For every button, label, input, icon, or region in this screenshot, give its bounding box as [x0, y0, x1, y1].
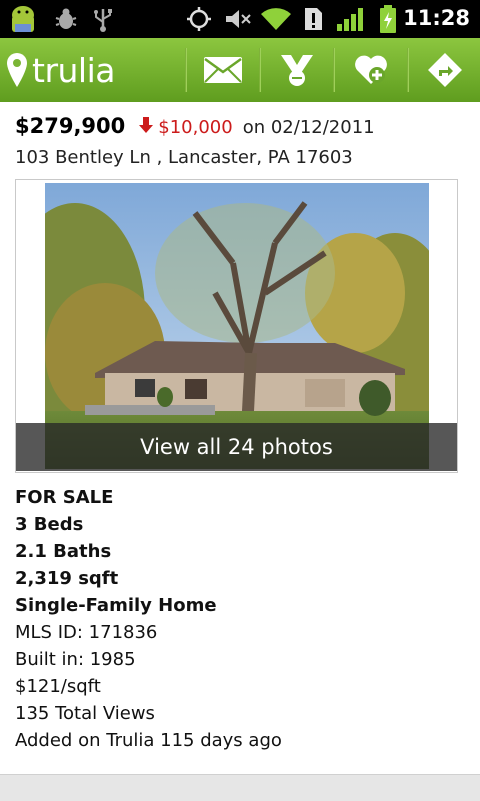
clock: 11:28 [403, 6, 470, 30]
price-per-sqft: $121/sqft [15, 676, 101, 697]
photo-gallery[interactable]: View all 24 photos [15, 179, 458, 473]
email-icon [204, 57, 242, 83]
price-row: $279,900 $10,000 on 02/12/2011 [15, 114, 375, 138]
wifi-icon [261, 8, 291, 31]
listing-price: $279,900 [15, 114, 126, 138]
price-drop-amount: $10,000 [158, 117, 233, 138]
usb-icon [94, 9, 112, 32]
year-built: Built in: 1985 [15, 649, 136, 670]
map-pin-icon [7, 53, 27, 87]
listing-address[interactable]: 103 Bentley Ln , Lancaster, PA 17603 [15, 147, 353, 168]
favorite-add-icon [355, 55, 387, 84]
price-drop: $10,000 [139, 117, 233, 138]
favorite-button[interactable] [334, 38, 408, 102]
section-header-partial [0, 774, 480, 801]
signal-icon [337, 8, 363, 31]
trulia-logo[interactable]: trulia [6, 46, 115, 94]
app-bar: trulia [0, 38, 480, 103]
gps-icon [187, 7, 211, 31]
total-views: 135 Total Views [15, 703, 155, 724]
share-icon [428, 53, 462, 87]
beds: 3 Beds [15, 514, 84, 535]
logo-text: trulia [32, 50, 115, 90]
square-feet: 2,319 sqft [15, 568, 119, 589]
baths: 2.1 Baths [15, 541, 112, 562]
mute-icon [226, 10, 251, 28]
property-type: Single-Family Home [15, 595, 217, 616]
view-all-photos-label: View all 24 photos [140, 435, 333, 459]
contact-agent-button[interactable] [260, 38, 334, 102]
listing-facts: FOR SALE 3 Beds 2.1 Baths 2,319 sqft Sin… [15, 484, 282, 754]
bug-icon [55, 8, 77, 29]
mls-id: MLS ID: 171836 [15, 622, 158, 643]
view-all-photos-button[interactable]: View all 24 photos [16, 423, 457, 471]
battery-icon [380, 5, 396, 33]
email-button[interactable] [186, 38, 260, 102]
alert-icon [305, 8, 322, 30]
status-bar: 11:28 [0, 0, 480, 38]
price-change-date: on 02/12/2011 [242, 117, 375, 138]
arrow-down-icon [139, 117, 154, 133]
android-icon [12, 6, 34, 32]
days-on-site: Added on Trulia 115 days ago [15, 730, 282, 751]
contact-agent-icon [281, 55, 313, 86]
share-button[interactable] [408, 38, 480, 102]
listing-status: FOR SALE [15, 487, 114, 508]
